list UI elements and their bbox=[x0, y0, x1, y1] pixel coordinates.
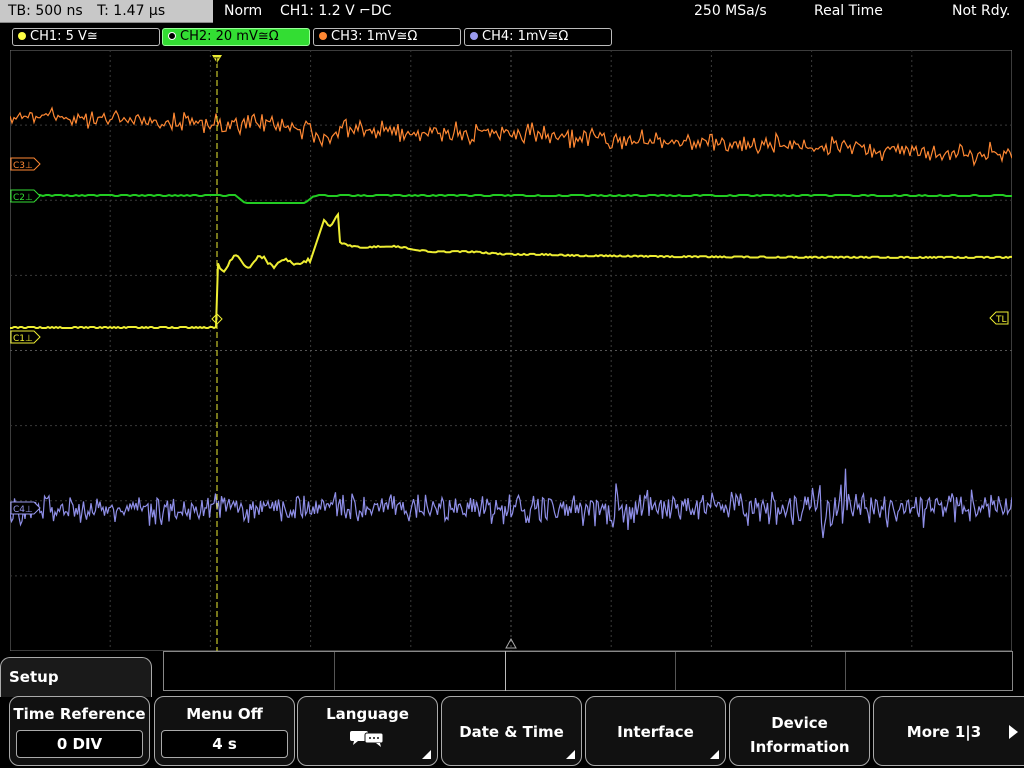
waveform-display[interactable]: T C3⊥ C2⊥ C1⊥ C4⊥ TL bbox=[10, 50, 1012, 651]
speech-bubble-icon bbox=[349, 731, 383, 747]
softkey-label: Interface bbox=[617, 723, 694, 741]
ruler-center-line bbox=[505, 651, 506, 691]
menu-off-value: 4 s bbox=[161, 730, 288, 758]
svg-text:C3⊥: C3⊥ bbox=[13, 161, 33, 171]
channel-dot-icon bbox=[168, 32, 176, 40]
submenu-indicator-icon bbox=[566, 750, 575, 759]
channel-dot-icon bbox=[319, 32, 327, 40]
softkey-label: Device Information bbox=[750, 714, 850, 756]
channel-label: CH2: 20 mV≅Ω bbox=[180, 29, 279, 44]
svg-text:C1⊥: C1⊥ bbox=[13, 334, 33, 344]
submenu-indicator-icon bbox=[422, 750, 431, 759]
ch2-ground-marker[interactable]: C2⊥ bbox=[10, 189, 41, 203]
softkey-label: Date & Time bbox=[459, 723, 564, 741]
trigger-time-value: T: 1.47 µs bbox=[97, 3, 166, 19]
channel-tab-ch4[interactable]: CH4: 1mV≅Ω bbox=[464, 28, 612, 46]
channel-label: CH3: 1mV≅Ω bbox=[331, 29, 418, 44]
interface-softkey[interactable]: Interface bbox=[585, 696, 726, 766]
svg-text:C2⊥: C2⊥ bbox=[13, 193, 33, 203]
date-time-softkey[interactable]: Date & Time bbox=[441, 696, 582, 766]
trigger-mode[interactable]: Norm bbox=[224, 0, 262, 23]
softkey-label: Menu Off bbox=[186, 705, 263, 723]
channel-dot-icon bbox=[470, 32, 478, 40]
softkey-label: More 1|3 bbox=[906, 723, 982, 741]
time-reference-value: 0 DIV bbox=[16, 730, 143, 758]
menu-title: Setup bbox=[0, 657, 152, 697]
time-reference-softkey[interactable]: Time Reference 0 DIV bbox=[9, 696, 150, 766]
trigger-setting[interactable]: CH1: 1.2 V ⌐DC bbox=[280, 0, 391, 23]
timebase-panel[interactable]: TB: 500 ns T: 1.47 µs bbox=[0, 0, 213, 23]
time-ruler bbox=[163, 651, 1013, 691]
acquisition-state: Not Rdy. bbox=[952, 3, 1011, 19]
ch1-ground-marker[interactable]: C1⊥ bbox=[10, 330, 41, 344]
menu-off-softkey[interactable]: Menu Off 4 s bbox=[154, 696, 295, 766]
channel-dot-icon bbox=[18, 32, 26, 40]
more-softkey[interactable]: More 1|3 bbox=[873, 696, 1024, 766]
ch3-ground-marker[interactable]: C3⊥ bbox=[10, 157, 41, 171]
softkey-label: Language bbox=[326, 705, 409, 723]
svg-text:TL: TL bbox=[995, 315, 1007, 325]
svg-text:C4⊥: C4⊥ bbox=[13, 505, 33, 515]
sample-rate: 250 MSa/s bbox=[694, 3, 767, 19]
trigger-marker-label: T bbox=[213, 57, 220, 67]
acquisition-mode: Real Time bbox=[814, 3, 883, 19]
channel-label: CH1: 5 V≅ bbox=[30, 29, 98, 44]
softkey-label: Time Reference bbox=[13, 705, 146, 723]
language-softkey[interactable]: Language bbox=[297, 696, 438, 766]
channel-tab-ch2[interactable]: CH2: 20 mV≅Ω bbox=[162, 28, 310, 46]
channel-label: CH4: 1mV≅Ω bbox=[482, 29, 569, 44]
channel-tab-ch3[interactable]: CH3: 1mV≅Ω bbox=[313, 28, 461, 46]
channel-tab-ch1[interactable]: CH1: 5 V≅ bbox=[12, 28, 160, 46]
submenu-indicator-icon bbox=[710, 750, 719, 759]
ch4-ground-marker[interactable]: C4⊥ bbox=[10, 501, 41, 515]
next-page-arrow-icon bbox=[1009, 725, 1018, 739]
device-information-softkey[interactable]: Device Information bbox=[729, 696, 870, 766]
timebase-value: TB: 500 ns bbox=[8, 3, 83, 19]
